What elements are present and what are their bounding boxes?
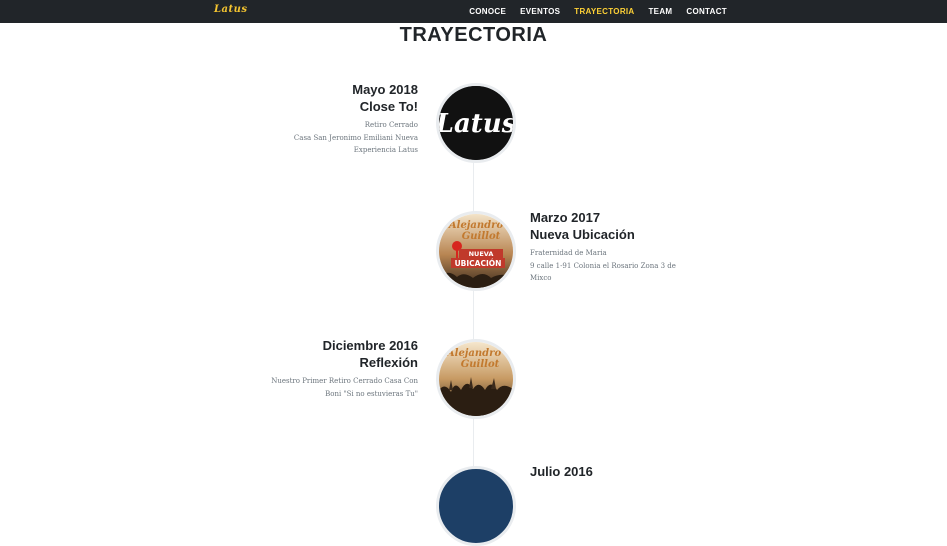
entry-description: Nuestro Primer Retiro Cerrado Casa Con B…	[271, 377, 418, 398]
entry-description: Fraternidad de Maria 9 calle 1-91 Coloni…	[530, 249, 676, 282]
nav-menu: CONOCE EVENTOS TRAYECTORIA TEAM CONTACT	[469, 0, 727, 23]
timeline-entry-2-text: Marzo 2017 Nueva Ubicación Fraternidad d…	[530, 209, 690, 285]
entry-title: Close To!	[359, 99, 418, 114]
timeline-image-nueva-ubicacion: Alejandro Guillot NUEVA UBICACIÓN	[436, 211, 516, 291]
svg-text:Alejandro: Alejandro	[446, 348, 502, 359]
brand-logo[interactable]: Latus	[214, 4, 248, 15]
timeline-image-partial	[436, 466, 516, 546]
svg-text:UBICACIÓN: UBICACIÓN	[455, 259, 502, 268]
nav-link-trayectoria[interactable]: TRAYECTORIA	[574, 7, 634, 16]
svg-text:Guillot: Guillot	[461, 359, 500, 370]
entry-title: Reflexión	[359, 355, 418, 370]
svg-text:Guillot: Guillot	[462, 231, 501, 242]
timeline-image-latus-logo: Latus	[436, 83, 516, 163]
nav-link-eventos[interactable]: EVENTOS	[520, 7, 560, 16]
entry-description: Retiro Cerrado Casa San Jeronimo Emilian…	[293, 121, 418, 154]
entry-title: Nueva Ubicación	[530, 227, 635, 242]
timeline-entry-4-text: Julio 2016	[530, 463, 690, 480]
nav-link-contact[interactable]: CONTACT	[686, 7, 727, 16]
section-title: TRAYECTORIA	[399, 24, 548, 46]
svg-text:NUEVA: NUEVA	[469, 250, 494, 258]
timeline-entry-3-text: Diciembre 2016 Reflexión Nuestro Primer …	[248, 337, 418, 400]
nav-link-team[interactable]: TEAM	[649, 7, 673, 16]
latus-logo-text: Latus	[439, 109, 513, 139]
nav-link-conoce[interactable]: CONOCE	[469, 7, 506, 16]
top-navbar: Latus CONOCE EVENTOS TRAYECTORIA TEAM CO…	[0, 0, 947, 23]
svg-text:Alejandro: Alejandro	[448, 220, 504, 231]
timeline-image-concert: Alejandro Guillot	[436, 339, 516, 419]
entry-date: Julio 2016	[530, 464, 593, 479]
timeline-entry-1-text: Mayo 2018 Close To! Retiro Cerrado Casa …	[248, 81, 418, 157]
timeline-line	[473, 150, 474, 480]
entry-date: Marzo 2017	[530, 210, 601, 225]
entry-date: Mayo 2018	[352, 82, 418, 97]
entry-date: Diciembre 2016	[322, 338, 418, 353]
